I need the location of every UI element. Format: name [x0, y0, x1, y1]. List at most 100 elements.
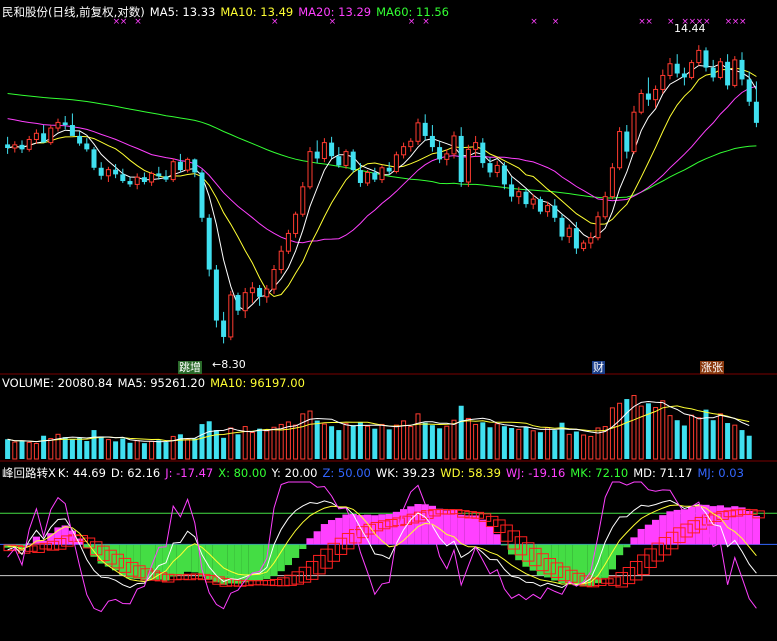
- volume-bar-down: [487, 427, 493, 459]
- candle-body-up: [300, 186, 306, 215]
- candle-body-up: [588, 237, 594, 244]
- volume-bar-down: [357, 421, 363, 459]
- strength-block-up: [407, 506, 415, 545]
- volume-bar-up: [105, 439, 111, 460]
- strength-block-up: [47, 533, 55, 545]
- candle-body-down: [91, 149, 97, 168]
- strength-block-down: [263, 544, 271, 580]
- event-tag-mid[interactable]: 财: [592, 361, 605, 374]
- volume-bar-down: [386, 429, 392, 459]
- candle-body-down: [257, 287, 263, 297]
- candle-body-down: [62, 122, 68, 126]
- volume-bar-down: [437, 428, 443, 459]
- volume-bar-up: [631, 395, 637, 460]
- volume-bar-up: [609, 407, 615, 460]
- candle-body-up: [242, 292, 248, 312]
- candle-body-down: [5, 144, 11, 148]
- j-readout: J: -17.47: [165, 466, 214, 480]
- strength-block-down: [515, 544, 523, 561]
- volume-bar-up: [516, 428, 522, 460]
- price-title: 民和股份(日线,前复权,对数): [2, 5, 145, 19]
- vol-ma10-readout: MA10: 96197.00: [210, 376, 305, 390]
- candle-body-up: [293, 213, 299, 234]
- candle-body-up: [566, 227, 572, 238]
- event-tag-left[interactable]: 跳增: [178, 361, 202, 374]
- candle-body-down: [746, 79, 752, 102]
- strength-block-down: [133, 544, 141, 580]
- candle-body-down: [127, 181, 133, 185]
- indicator-header: 峰回路转X K: 44.69 D: 62.16 J: -17.47 X: 80.00 Y:…: [2, 466, 749, 480]
- vol-ma5-readout: MA5: 95261.20: [117, 376, 206, 390]
- strength-block-up: [731, 506, 739, 545]
- volume-bar-down: [725, 423, 731, 459]
- strength-block-down: [234, 544, 242, 584]
- candle-body-up: [33, 132, 39, 140]
- x-mark: ×: [739, 17, 747, 27]
- strength-block-up: [652, 519, 660, 545]
- candle-body-up: [696, 49, 702, 64]
- volume-bar-down: [703, 409, 709, 459]
- candle-body-up: [415, 122, 421, 142]
- candle-body-up: [581, 242, 587, 249]
- ma5-readout: MA5: 13.33: [149, 5, 216, 19]
- x-mark: ×: [552, 17, 560, 27]
- volume-bar-down: [192, 438, 198, 459]
- candle-body-up: [134, 176, 140, 185]
- strength-block-up: [306, 538, 314, 545]
- candle-body-up: [451, 135, 457, 155]
- volume-bar-up: [343, 423, 349, 460]
- strength-block-down: [256, 544, 264, 581]
- strength-block-up: [335, 517, 343, 545]
- volume-bar-down: [674, 420, 680, 459]
- candle-body-down: [192, 159, 198, 173]
- strength-block-up: [637, 528, 645, 545]
- trend-step: [298, 566, 312, 583]
- strength-block-down: [572, 544, 580, 586]
- candle-body-down: [487, 163, 493, 173]
- candle-body-down: [156, 173, 162, 177]
- candle-body-down: [645, 93, 651, 100]
- low-price-value: 8.30: [221, 358, 246, 371]
- strength-block-up: [328, 520, 336, 545]
- volume-bar-down: [537, 432, 543, 459]
- candle-body-down: [624, 131, 630, 152]
- volume-bar-up: [408, 426, 414, 460]
- stock-chart[interactable]: × × × × × × × × × × × × × × × × × × ×: [0, 0, 777, 641]
- volume-bar-down: [480, 422, 486, 459]
- volume-bar-up: [249, 432, 255, 460]
- volume-bar-down: [645, 403, 651, 459]
- volume-bar-down: [69, 439, 75, 459]
- event-tag-right[interactable]: 涨张: [700, 361, 724, 374]
- volume-bar-up: [321, 423, 327, 460]
- volume-bar-down: [5, 439, 11, 459]
- strength-block-up: [752, 515, 760, 545]
- volume-bar-down: [156, 440, 162, 459]
- candle-body-down: [235, 295, 241, 311]
- candle-body-down: [350, 151, 356, 171]
- volume-panel[interactable]: [5, 395, 752, 460]
- volume-bar-down: [41, 435, 47, 459]
- strength-block-up: [320, 524, 328, 545]
- high-price-label: 14.44: [674, 22, 706, 35]
- indicator-panel[interactable]: [0, 481, 777, 613]
- volume-bar-up: [667, 415, 673, 460]
- strength-block-down: [623, 544, 631, 548]
- strength-block-down: [292, 544, 300, 558]
- volume-bar-down: [19, 440, 25, 459]
- volume-bar-down: [573, 431, 579, 459]
- volume-bar-up: [26, 441, 32, 460]
- strength-block-up: [659, 515, 667, 545]
- candle-body-up: [631, 111, 637, 153]
- strength-block-down: [119, 544, 127, 576]
- candle-body-up: [105, 169, 111, 177]
- price-panel[interactable]: × × × × × × × × × × × × × × × × × × ×: [0, 17, 777, 462]
- volume-bar-up: [48, 438, 54, 460]
- volume-bar-down: [372, 428, 378, 459]
- strength-block-up: [745, 510, 753, 545]
- candle-body-up: [617, 131, 623, 169]
- volume-bar-down: [206, 421, 212, 459]
- strength-block-down: [112, 544, 120, 571]
- volume-bar-down: [127, 442, 133, 459]
- indicator-name: 峰回路转X: [2, 466, 56, 480]
- volume-bar-down: [177, 434, 183, 459]
